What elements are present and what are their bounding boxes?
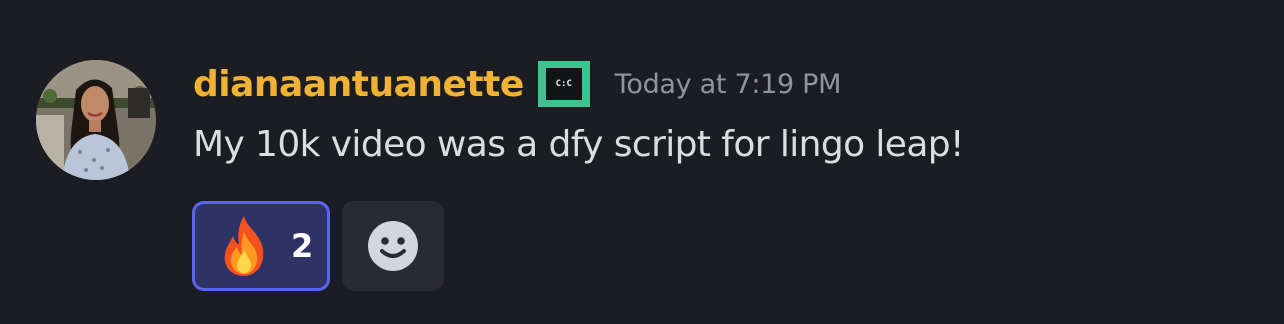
chat-message: dianaantuanette C:C Today at 7:19 PM My … bbox=[0, 0, 1284, 324]
message-content: My 10k video was a dfy script for lingo … bbox=[193, 124, 964, 165]
reaction-count: 2 bbox=[291, 227, 314, 265]
smiley-icon bbox=[368, 221, 418, 271]
username[interactable]: dianaantuanette bbox=[193, 64, 524, 105]
add-reaction-button[interactable] bbox=[342, 201, 444, 291]
reaction-fire[interactable]: 2 bbox=[192, 201, 330, 291]
fire-emoji-icon bbox=[224, 216, 264, 276]
avatar-image bbox=[36, 60, 156, 180]
avatar[interactable] bbox=[36, 60, 156, 180]
timestamp[interactable]: Today at 7:19 PM bbox=[615, 69, 842, 100]
message-header: dianaantuanette C:C Today at 7:19 PM bbox=[193, 58, 841, 110]
role-badge-icon[interactable]: C:C bbox=[537, 61, 590, 107]
role-badge-label: C:C bbox=[545, 68, 582, 100]
reactions-bar: 2 bbox=[192, 201, 444, 291]
